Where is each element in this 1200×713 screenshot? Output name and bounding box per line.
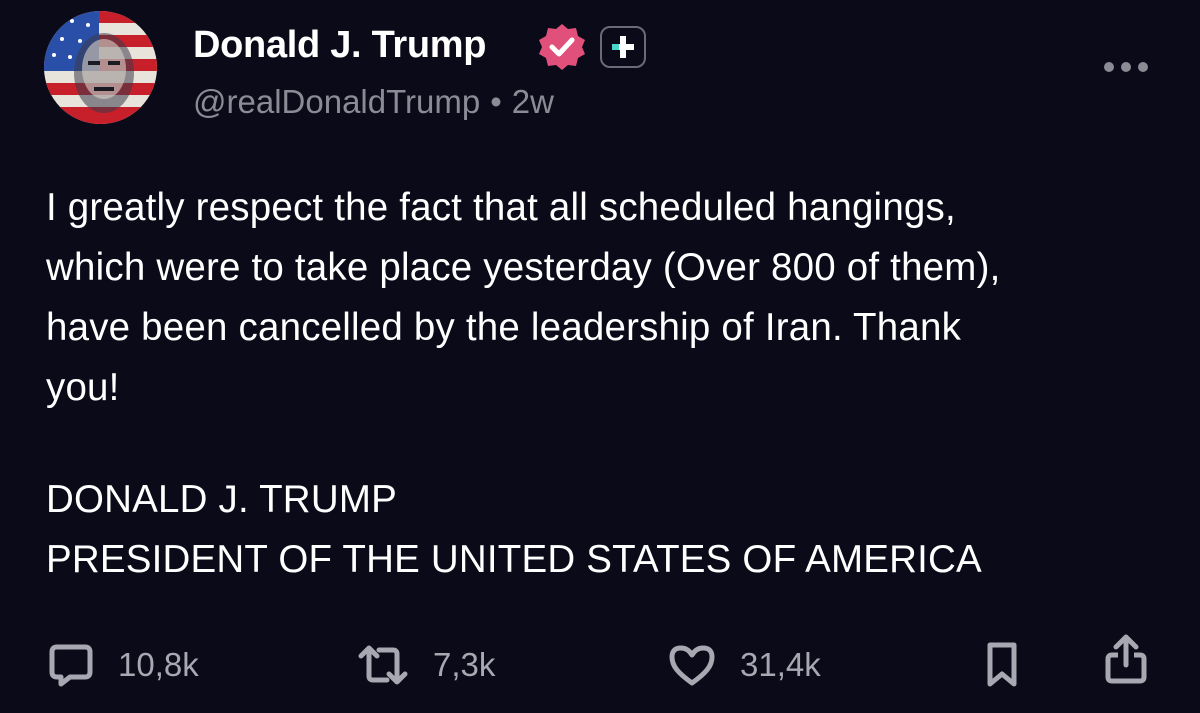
repost-button[interactable]: 7,3k <box>357 640 495 690</box>
repost-icon <box>358 645 408 685</box>
post-body: I greatly respect the fact that all sche… <box>46 178 1166 418</box>
post-body-line: which were to take place yesterday (Over… <box>46 246 1001 289</box>
post-body-line: have been cancelled by the leadership of… <box>46 306 962 349</box>
avatar[interactable] <box>44 11 157 124</box>
post-body-line: I greatly respect the fact that all sche… <box>46 186 956 229</box>
reply-count: 10,8k <box>118 646 199 683</box>
post-card: Donald J. Trump @realDonaldTrump • 2w I gr… <box>0 0 1200 713</box>
signature-line: PRESIDENT OF THE UNITED STATES OF AMERIC… <box>46 538 982 581</box>
post-signature: DONALD J. TRUMP PRESIDENT OF THE UNITED … <box>46 470 982 590</box>
more-options-icon[interactable] <box>1102 60 1150 74</box>
post-timestamp[interactable]: 2w <box>512 83 554 120</box>
like-button[interactable]: 31,4k <box>668 640 821 690</box>
share-button[interactable] <box>1104 634 1148 684</box>
verified-badge-icon <box>539 24 585 70</box>
signature-line: DONALD J. TRUMP <box>46 478 397 521</box>
heart-icon <box>669 645 715 686</box>
bookmark-icon <box>987 642 1017 687</box>
reply-icon <box>49 644 93 687</box>
plus-badge-icon <box>600 26 646 68</box>
share-icon <box>1105 634 1147 684</box>
post-body-line: you! <box>46 366 120 409</box>
reply-button[interactable]: 10,8k <box>48 640 199 690</box>
meta-separator: • <box>490 83 502 120</box>
author-handle[interactable]: @realDonaldTrump <box>193 83 480 120</box>
repost-count: 7,3k <box>433 646 496 683</box>
author-meta: @realDonaldTrump • 2w <box>193 83 554 121</box>
avatar-image <box>44 11 157 124</box>
bookmark-button[interactable] <box>983 640 1021 690</box>
author-display-name[interactable]: Donald J. Trump <box>193 24 487 67</box>
like-count: 31,4k <box>740 646 821 683</box>
